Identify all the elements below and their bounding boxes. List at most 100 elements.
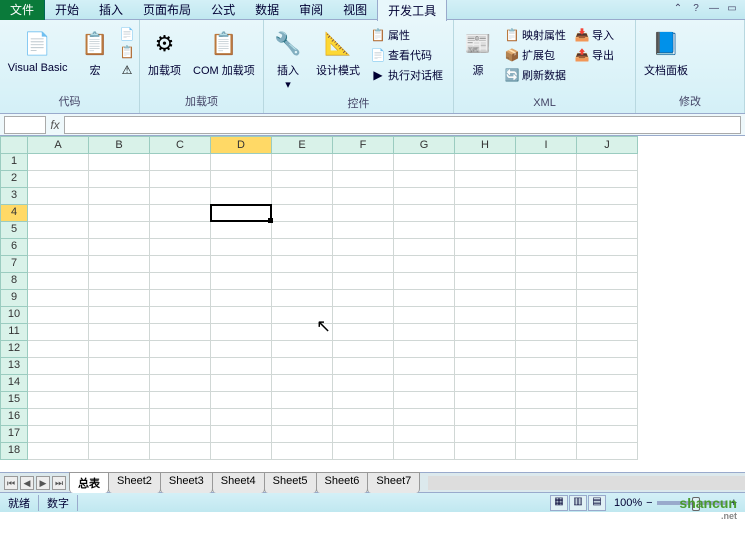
minimize-icon[interactable]: — (707, 3, 721, 17)
cell[interactable] (89, 324, 150, 341)
cell[interactable] (272, 273, 333, 290)
cell[interactable] (150, 358, 211, 375)
cell[interactable] (577, 358, 638, 375)
cell[interactable] (272, 290, 333, 307)
cell[interactable] (211, 358, 272, 375)
cell[interactable] (455, 341, 516, 358)
cell[interactable] (211, 392, 272, 409)
row-header[interactable]: 6 (0, 239, 28, 256)
cell[interactable] (516, 256, 577, 273)
column-header[interactable]: B (89, 136, 150, 154)
cell[interactable] (28, 341, 89, 358)
cell[interactable] (150, 222, 211, 239)
doc-panel-button[interactable]: 📘 文档面板 (640, 26, 692, 80)
row-header[interactable]: 14 (0, 375, 28, 392)
sheet-tab[interactable]: Sheet2 (108, 472, 161, 493)
cell[interactable] (272, 426, 333, 443)
sheet-tab[interactable]: Sheet4 (212, 472, 265, 493)
map-properties-button[interactable]: 📋映射属性 (502, 26, 568, 44)
cell[interactable] (211, 273, 272, 290)
cell[interactable] (577, 443, 638, 460)
cell[interactable] (211, 154, 272, 171)
relative-ref-icon[interactable]: 📋 (119, 44, 135, 60)
run-dialog-button[interactable]: ▶执行对话框 (368, 66, 445, 84)
cell[interactable] (89, 307, 150, 324)
addins-button[interactable]: ⚙ 加载项 (144, 26, 185, 80)
cell[interactable] (272, 239, 333, 256)
cell[interactable] (455, 426, 516, 443)
ribbon-toggle-icon[interactable]: ⌃ (671, 3, 685, 17)
cell[interactable] (211, 256, 272, 273)
cell[interactable] (394, 171, 455, 188)
cell[interactable] (28, 358, 89, 375)
cell[interactable] (516, 358, 577, 375)
cell[interactable] (333, 375, 394, 392)
cell[interactable] (333, 426, 394, 443)
cell[interactable] (28, 205, 89, 222)
cell[interactable] (89, 426, 150, 443)
cell[interactable] (89, 358, 150, 375)
tab-layout[interactable]: 页面布局 (133, 0, 201, 20)
properties-button[interactable]: 📋属性 (368, 26, 445, 44)
cell[interactable] (211, 443, 272, 460)
cell[interactable] (150, 341, 211, 358)
cell[interactable] (455, 273, 516, 290)
cell[interactable] (150, 256, 211, 273)
cell[interactable] (577, 171, 638, 188)
cell[interactable] (28, 154, 89, 171)
cell[interactable] (89, 290, 150, 307)
cell[interactable] (516, 239, 577, 256)
zoom-level[interactable]: 100% (614, 497, 642, 509)
cell[interactable] (577, 205, 638, 222)
cell[interactable] (211, 239, 272, 256)
cell[interactable] (455, 307, 516, 324)
cell[interactable] (211, 222, 272, 239)
cell[interactable] (150, 171, 211, 188)
tab-data[interactable]: 数据 (245, 0, 289, 20)
xml-source-button[interactable]: 📰 源 (458, 26, 498, 80)
cell[interactable] (89, 154, 150, 171)
cell[interactable] (455, 256, 516, 273)
cell[interactable] (333, 324, 394, 341)
cell[interactable] (28, 239, 89, 256)
cell[interactable] (577, 324, 638, 341)
cell[interactable] (577, 307, 638, 324)
cell[interactable] (272, 171, 333, 188)
cell[interactable] (455, 324, 516, 341)
cell[interactable] (516, 290, 577, 307)
cell[interactable] (150, 290, 211, 307)
row-header[interactable]: 2 (0, 171, 28, 188)
first-sheet-button[interactable]: ⏮ (4, 476, 18, 490)
visual-basic-button[interactable]: 📄 Visual Basic (4, 26, 71, 76)
cell[interactable] (272, 409, 333, 426)
column-header[interactable]: E (272, 136, 333, 154)
cell[interactable] (455, 409, 516, 426)
cell[interactable] (394, 188, 455, 205)
record-macro-icon[interactable]: 📄 (119, 26, 135, 42)
tab-view[interactable]: 视图 (333, 0, 377, 20)
zoom-out-button[interactable]: − (646, 497, 652, 509)
cell[interactable] (455, 358, 516, 375)
column-header[interactable]: G (394, 136, 455, 154)
cell[interactable] (28, 392, 89, 409)
cell[interactable] (516, 324, 577, 341)
cell[interactable] (455, 443, 516, 460)
cell[interactable] (333, 443, 394, 460)
column-header[interactable]: F (333, 136, 394, 154)
cell[interactable] (150, 307, 211, 324)
cell[interactable] (28, 375, 89, 392)
cell[interactable] (333, 290, 394, 307)
sheet-tab[interactable]: 总表 (69, 472, 109, 493)
macro-security-icon[interactable]: ⚠ (119, 62, 135, 78)
cell[interactable] (211, 375, 272, 392)
sheet-tab[interactable]: Sheet7 (367, 472, 420, 493)
next-sheet-button[interactable]: ▶ (36, 476, 50, 490)
column-header[interactable]: C (150, 136, 211, 154)
column-header[interactable]: D (211, 136, 272, 154)
cell[interactable] (394, 154, 455, 171)
tab-file[interactable]: 文件 (0, 0, 45, 20)
cell[interactable] (455, 392, 516, 409)
cell[interactable] (150, 426, 211, 443)
cell[interactable] (577, 222, 638, 239)
cell[interactable] (455, 222, 516, 239)
